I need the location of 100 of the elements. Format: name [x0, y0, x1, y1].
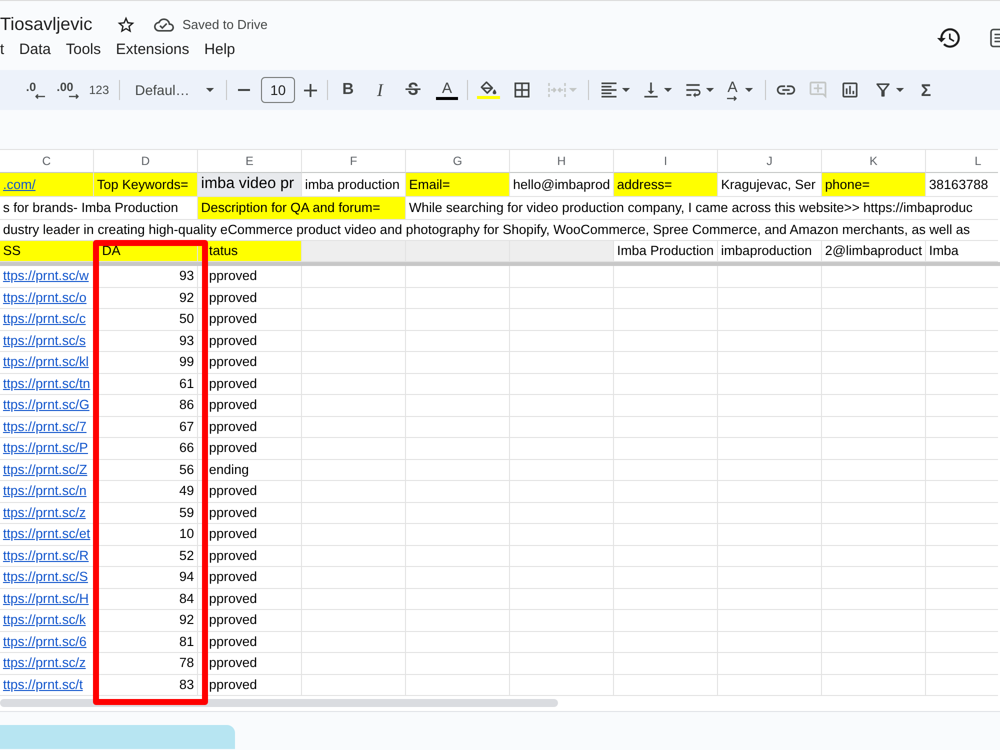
table-cell: pproved: [198, 567, 302, 588]
link[interactable]: ttps://prnt.sc/s: [3, 332, 86, 349]
link[interactable]: ttps://prnt.sc/t: [3, 676, 83, 693]
caret-icon: [622, 88, 630, 92]
caret-icon: [664, 88, 672, 92]
table-cell: imbaproduction: [718, 241, 822, 262]
functions-button[interactable]: Σ: [912, 75, 940, 105]
menu-item[interactable]: Help: [204, 41, 236, 58]
menu-item[interactable]: Data: [19, 41, 51, 58]
link[interactable]: ttps://prnt.sc/tn: [3, 376, 90, 392]
link[interactable]: ttps://prnt.sc/7: [3, 418, 87, 435]
menu-item[interactable]: Tools: [66, 41, 101, 58]
menu-item[interactable]: t: [0, 41, 4, 58]
increase-decimal-button[interactable]: .00: [51, 75, 79, 105]
link[interactable]: ttps://prnt.sc/et: [3, 526, 90, 542]
italic-button[interactable]: I: [366, 75, 394, 105]
table-cell: pproved: [198, 416, 302, 438]
caret-icon: [744, 88, 752, 92]
table-cell: [926, 374, 998, 395]
star-button[interactable]: [116, 14, 136, 34]
table-cell: pproved: [198, 610, 302, 632]
table-cell: pproved: [198, 288, 302, 309]
font-size-field[interactable]: 10: [261, 77, 295, 103]
link[interactable]: ttps://prnt.sc/o: [3, 290, 87, 306]
table-cell: [926, 546, 998, 567]
table-cell: Imba Production: [614, 241, 718, 262]
table-cell: pproved: [198, 330, 302, 352]
link[interactable]: ttps://prnt.sc/kl: [3, 354, 89, 370]
column-header[interactable]: F: [302, 149, 406, 173]
link[interactable]: .com/: [3, 176, 36, 192]
link[interactable]: ttps://prnt.sc/H: [3, 590, 89, 607]
table-cell: pproved: [198, 438, 302, 460]
save-status: Saved to Drive: [182, 17, 268, 32]
column-header[interactable]: E: [198, 149, 302, 173]
table-cell: pproved: [198, 674, 302, 696]
table-cell: pproved: [198, 309, 302, 330]
paint-bucket-icon: [480, 81, 496, 95]
table-cell: Email=: [406, 173, 510, 197]
link[interactable]: ttps://prnt.sc/R: [3, 548, 89, 564]
table-cell: hello@imbaprod: [510, 173, 614, 197]
link[interactable]: ttps://prnt.sc/z: [3, 504, 86, 521]
column-header[interactable]: G: [406, 149, 510, 173]
table-cell: pproved: [198, 588, 302, 610]
number-format-button[interactable]: 123: [85, 75, 113, 105]
column-header[interactable]: K: [822, 149, 926, 173]
table-cell: phone=: [822, 173, 926, 197]
menu-item[interactable]: Extensions: [116, 41, 190, 58]
link[interactable]: ttps://prnt.sc/6: [3, 634, 87, 650]
decrease-decimal-button[interactable]: .0: [17, 75, 45, 105]
link[interactable]: ttps://prnt.sc/Z: [3, 462, 88, 478]
table-cell: 2@limbaproduct: [822, 241, 926, 262]
text-rotation-button[interactable]: A: [721, 75, 759, 105]
font-select[interactable]: Defaul…: [126, 75, 220, 105]
table-cell: s for brands- Imba Production: [0, 197, 198, 220]
table-cell: [926, 588, 998, 610]
table-cell: pproved: [198, 395, 302, 416]
link[interactable]: ttps://prnt.sc/z: [3, 655, 86, 672]
table-cell: Kragujevac, Ser: [718, 173, 822, 197]
table-cell: [926, 288, 998, 309]
table-cell: pproved: [198, 653, 302, 674]
column-header[interactable]: C: [0, 149, 94, 173]
table-cell: pproved: [198, 374, 302, 395]
comment-plus-icon: [808, 80, 828, 100]
arrow-left-icon: [35, 94, 45, 99]
link[interactable]: ttps://prnt.sc/n: [3, 483, 87, 500]
table-cell: SS: [0, 241, 94, 262]
link[interactable]: ttps://prnt.sc/P: [3, 440, 88, 456]
link[interactable]: ttps://prnt.sc/S: [3, 569, 88, 586]
list-icon[interactable]: [990, 28, 1000, 48]
table-cell: pproved: [198, 524, 302, 546]
column-header[interactable]: J: [718, 149, 822, 173]
caret-icon: [206, 88, 214, 92]
link[interactable]: ttps://prnt.sc/k: [3, 612, 86, 628]
table-cell: pproved: [198, 352, 302, 374]
bold-button[interactable]: B: [334, 75, 362, 105]
column-header[interactable]: I: [614, 149, 718, 173]
table-cell: [926, 502, 998, 524]
column-header[interactable]: L: [926, 149, 998, 173]
table-cell: address=: [614, 173, 718, 197]
arrow-right-icon: [727, 96, 738, 100]
table-cell: Top Keywords=: [94, 173, 198, 197]
arrow-right-icon: [69, 94, 79, 99]
table-cell: pproved: [198, 502, 302, 524]
minus-icon: [238, 89, 250, 91]
star-icon: [116, 14, 136, 34]
align-left-icon: [598, 80, 618, 100]
table-cell: Description for QA and forum=: [198, 197, 406, 220]
link[interactable]: ttps://prnt.sc/w: [3, 268, 89, 284]
table-cell: [926, 330, 998, 352]
table-cell: ending: [198, 460, 302, 481]
column-header[interactable]: D: [94, 149, 198, 173]
chart-icon: [840, 80, 860, 100]
table-cell: tatus: [198, 241, 302, 262]
borders-icon: [512, 80, 532, 100]
column-header[interactable]: H: [510, 149, 614, 173]
link[interactable]: ttps://prnt.sc/G: [3, 397, 90, 414]
document-title[interactable]: Tiosavljevic: [0, 14, 92, 35]
link[interactable]: ttps://prnt.sc/c: [3, 311, 86, 328]
text-color-button[interactable]: A: [433, 75, 461, 105]
table-cell: imba video pr: [198, 173, 302, 197]
